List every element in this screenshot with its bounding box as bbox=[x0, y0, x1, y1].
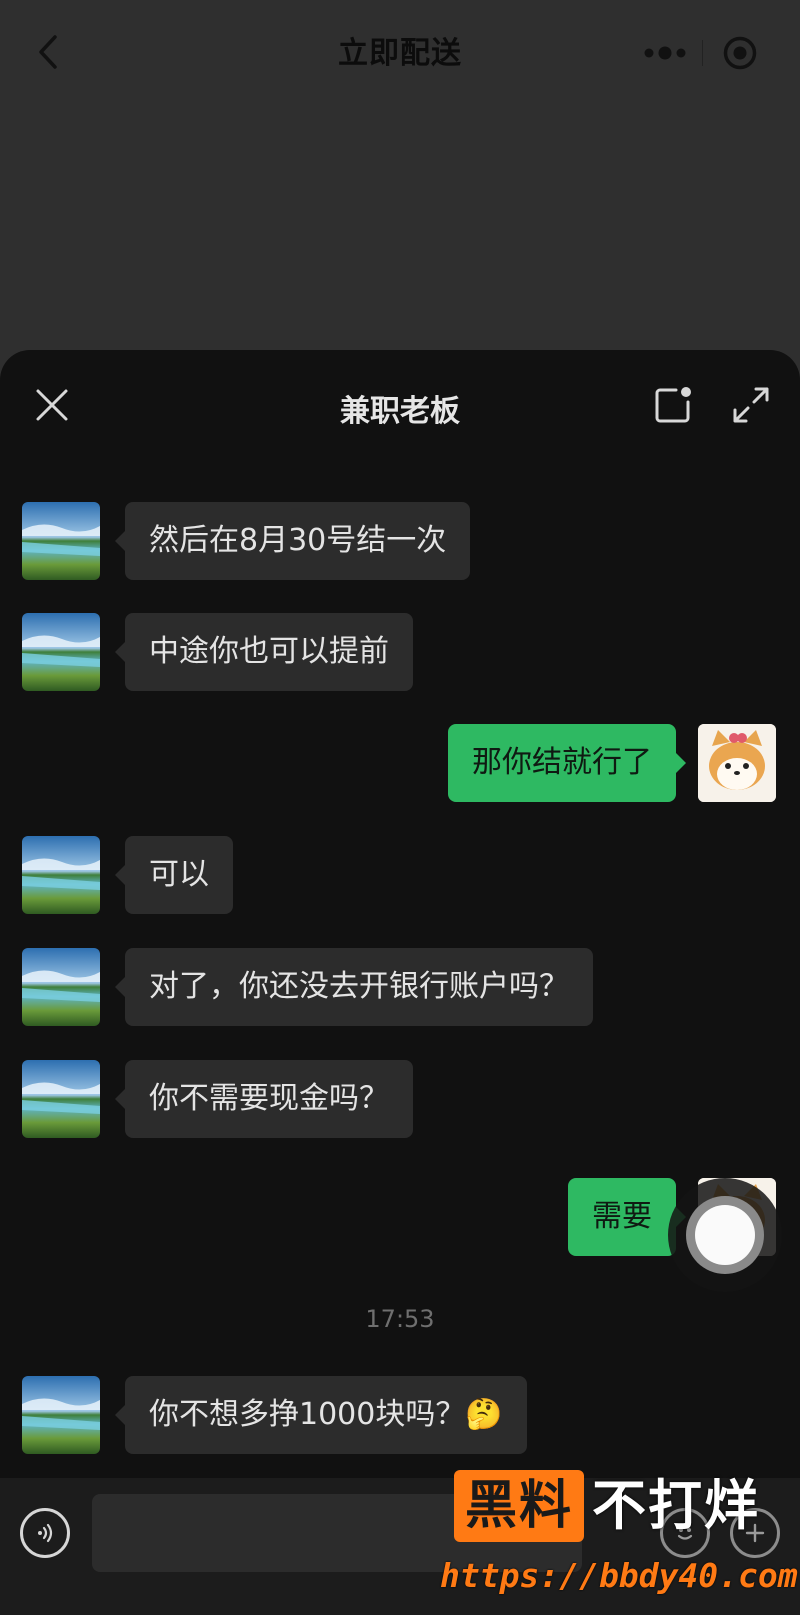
message-row: 可以 bbox=[0, 836, 800, 916]
close-mini-program-button[interactable] bbox=[703, 30, 777, 76]
chat-sheet: 兼职老板 然后在8月30号结一次 中途你也可以提前 那你结就行了 可以 对了，你… bbox=[0, 350, 800, 1615]
message-bubble[interactable]: 你不需要现金吗？ bbox=[115, 1060, 413, 1138]
message-row: 那你结就行了 bbox=[0, 724, 800, 804]
avatar[interactable] bbox=[22, 613, 100, 691]
voice-button[interactable] bbox=[20, 1508, 70, 1558]
cat-avatar-icon bbox=[698, 724, 776, 802]
message-list[interactable]: 然后在8月30号结一次 中途你也可以提前 那你结就行了 可以 对了，你还没去开银… bbox=[0, 350, 800, 1454]
floating-assistive-button[interactable] bbox=[668, 1178, 782, 1292]
avatar[interactable] bbox=[22, 502, 100, 580]
message-row: 你不想多挣1000块吗？🤔 bbox=[0, 1376, 800, 1456]
avatar[interactable] bbox=[22, 1376, 100, 1454]
avatar[interactable] bbox=[22, 836, 100, 914]
capsule-menu bbox=[628, 30, 778, 76]
watermark-url: https://bbdy40.com bbox=[440, 1556, 798, 1595]
message-bubble[interactable]: 可以 bbox=[115, 836, 233, 914]
watermark: 黑料 不打烊 https://bbdy40.com bbox=[440, 1470, 798, 1610]
voice-icon bbox=[38, 1523, 53, 1543]
message-row: 你不需要现金吗？ bbox=[0, 1060, 800, 1140]
avatar[interactable] bbox=[698, 724, 776, 802]
message-bubble[interactable]: 你不想多挣1000块吗？🤔 bbox=[115, 1376, 527, 1454]
message-timestamp: 17:53 bbox=[365, 1305, 435, 1333]
watermark-text: 不打烊 bbox=[592, 1474, 760, 1537]
message-bubble[interactable]: 需要 bbox=[568, 1178, 686, 1256]
message-bubble[interactable]: 那你结就行了 bbox=[448, 724, 686, 802]
message-bubble[interactable]: 然后在8月30号结一次 bbox=[114, 502, 471, 580]
message-bubble[interactable]: 中途你也可以提前 bbox=[115, 613, 413, 691]
mini-program-navbar: 立即配送 bbox=[0, 0, 800, 100]
more-dots-icon bbox=[644, 46, 686, 60]
assistive-ring bbox=[686, 1196, 764, 1274]
avatar[interactable] bbox=[22, 948, 100, 1026]
message-row: 对了，你还没去开银行账户吗？ bbox=[0, 948, 800, 1028]
message-row: 然后在8月30号结一次 bbox=[0, 502, 800, 582]
close-target-icon bbox=[723, 36, 757, 70]
watermark-badge: 黑料 bbox=[454, 1470, 584, 1542]
assistive-core bbox=[695, 1205, 755, 1265]
message-bubble[interactable]: 对了，你还没去开银行账户吗？ bbox=[115, 948, 593, 1026]
avatar[interactable] bbox=[22, 1060, 100, 1138]
more-button[interactable] bbox=[628, 30, 702, 76]
message-row: 中途你也可以提前 bbox=[0, 613, 800, 693]
